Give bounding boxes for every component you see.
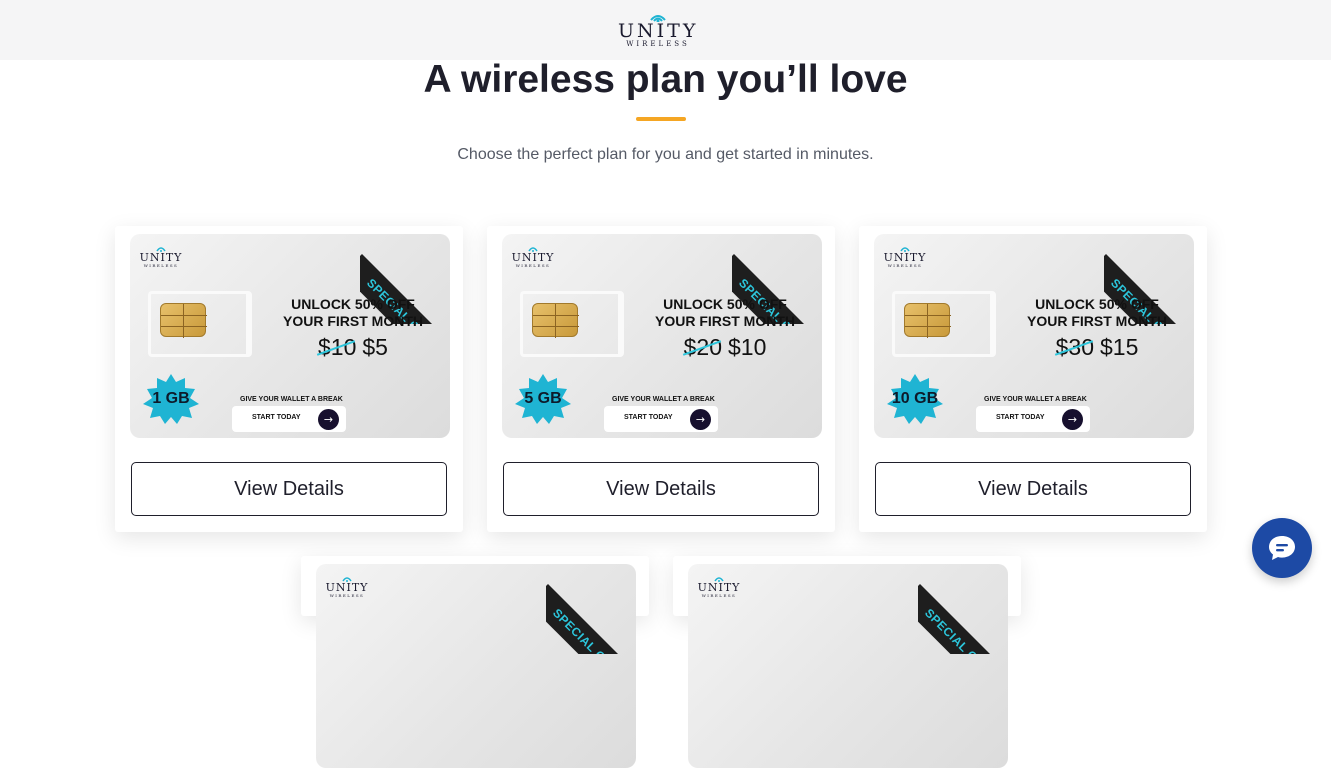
view-details-button[interactable]: View Details xyxy=(131,462,447,516)
start-today-button[interactable]: START TODAY → xyxy=(604,406,718,432)
old-price: $10 xyxy=(318,334,357,360)
wallet-text: GIVE YOUR WALLET A BREAK xyxy=(240,396,343,403)
banner-logo-wordmark: UNITY xyxy=(697,581,741,594)
ribbon-text: SPECIAL OFFER xyxy=(550,605,633,654)
offer-line-1: UNLOCK 50% OFF xyxy=(1035,296,1159,312)
banner-logo-wordmark: UNITY xyxy=(883,251,927,264)
offer-text: UNLOCK 50% OFF YOUR FIRST MONTH $10 $5 xyxy=(268,296,438,359)
banner-logo-wordmark: UNITY xyxy=(511,251,555,264)
start-today-button[interactable]: START TODAY → xyxy=(232,406,346,432)
banner-logo: UNITY WIRELESS xyxy=(882,244,928,268)
banner-logo-wordmark: UNITY xyxy=(139,251,183,264)
price: $20 $10 xyxy=(640,335,810,359)
logo-subtext: WIRELESS xyxy=(626,40,690,48)
special-offer-ribbon: SPECIAL OFFER xyxy=(918,564,1008,654)
banner-logo-subtext: WIRELESS xyxy=(701,593,737,598)
offer-line-2: YOUR FIRST MONTH xyxy=(283,313,423,329)
plan-banner[interactable]: UNITY WIRELESS SPECIAL OFFER UNLOCK 50% … xyxy=(502,234,822,438)
banner-logo-subtext: WIRELESS xyxy=(515,263,551,268)
arrow-right-icon: → xyxy=(1062,409,1083,430)
logo-wordmark: UNITY xyxy=(618,20,699,42)
arrow-right-icon: → xyxy=(318,409,339,430)
view-details-button[interactable]: View Details xyxy=(875,462,1191,516)
ribbon-text: SPECIAL OFFER xyxy=(922,605,1005,654)
chat-bubble-icon xyxy=(1269,536,1295,560)
view-details-button[interactable]: View Details xyxy=(503,462,819,516)
special-offer-ribbon: SPECIAL OFFER xyxy=(546,564,636,654)
new-price: $15 xyxy=(1100,334,1139,360)
new-price: $5 xyxy=(362,334,388,360)
price: $10 $5 xyxy=(268,335,438,359)
new-price: $10 xyxy=(728,334,767,360)
plan-card: UNITY WIRELESS SPECIAL OFFER UNLOCK 50% … xyxy=(859,226,1207,532)
arrow-right-icon: → xyxy=(690,409,711,430)
banner-logo: UNITY WIRELESS xyxy=(324,574,370,598)
banner-logo-subtext: WIRELESS xyxy=(143,263,179,268)
plan-card: UNITY WIRELESS SPECIAL OFFER UNLOCK 50% … xyxy=(115,226,463,532)
data-amount: 10 GB xyxy=(891,390,939,407)
price: $30 $15 xyxy=(1012,335,1182,359)
offer-text: UNLOCK 50% OFF YOUR FIRST MONTH $20 $10 xyxy=(640,296,810,359)
banner-logo: UNITY WIRELESS xyxy=(138,244,184,268)
plan-banner[interactable]: UNITY WIRELESS SPECIAL OFFER UNLOCK 50% … xyxy=(130,234,450,438)
page-title: A wireless plan you’ll love xyxy=(423,58,908,101)
banner-logo-subtext: WIRELESS xyxy=(329,593,365,598)
start-today-label: START TODAY xyxy=(624,414,673,421)
wallet-text: GIVE YOUR WALLET A BREAK xyxy=(612,396,715,403)
page-subtitle: Choose the perfect plan for you and get … xyxy=(457,146,874,163)
data-amount: 1 GB xyxy=(152,390,190,407)
offer-line-1: UNLOCK 50% OFF xyxy=(663,296,787,312)
plan-card: UNITY WIRELESS SPECIAL OFFER UNLOCK 50% … xyxy=(487,226,835,532)
start-today-button[interactable]: START TODAY → xyxy=(976,406,1090,432)
sim-chip-icon xyxy=(904,303,951,338)
plan-card: UNITY WIRELESS SPECIAL OFFER xyxy=(673,556,1021,768)
start-today-label: START TODAY xyxy=(996,414,1045,421)
banner-logo: UNITY WIRELESS xyxy=(510,244,556,268)
data-badge: 5 GB xyxy=(515,374,571,424)
offer-line-2: YOUR FIRST MONTH xyxy=(655,313,795,329)
unity-wireless-logo[interactable]: UNITY WIRELESS xyxy=(618,10,698,48)
old-price: $30 xyxy=(1055,334,1094,360)
plan-card: UNITY WIRELESS SPECIAL OFFER xyxy=(301,556,649,768)
sim-chip-icon xyxy=(532,303,579,338)
offer-text: UNLOCK 50% OFF YOUR FIRST MONTH $30 $15 xyxy=(1012,296,1182,359)
start-today-label: START TODAY xyxy=(252,414,301,421)
plan-banner[interactable]: UNITY WIRELESS SPECIAL OFFER xyxy=(688,564,1008,768)
plan-banner[interactable]: UNITY WIRELESS SPECIAL OFFER xyxy=(316,564,636,768)
chat-button[interactable] xyxy=(1252,518,1312,578)
title-underline xyxy=(636,117,686,121)
wallet-text: GIVE YOUR WALLET A BREAK xyxy=(984,396,1087,403)
data-amount: 5 GB xyxy=(524,390,562,407)
plan-banner[interactable]: UNITY WIRELESS SPECIAL OFFER UNLOCK 50% … xyxy=(874,234,1194,438)
offer-line-1: UNLOCK 50% OFF xyxy=(291,296,415,312)
offer-line-2: YOUR FIRST MONTH xyxy=(1027,313,1167,329)
banner-logo-subtext: WIRELESS xyxy=(887,263,923,268)
banner-logo: UNITY WIRELESS xyxy=(696,574,742,598)
sim-chip-icon xyxy=(160,303,207,338)
site-header: UNITY WIRELESS xyxy=(0,0,1331,60)
data-badge: 1 GB xyxy=(143,374,199,424)
data-badge: 10 GB xyxy=(887,374,943,424)
banner-logo-wordmark: UNITY xyxy=(325,581,369,594)
old-price: $20 xyxy=(683,334,722,360)
